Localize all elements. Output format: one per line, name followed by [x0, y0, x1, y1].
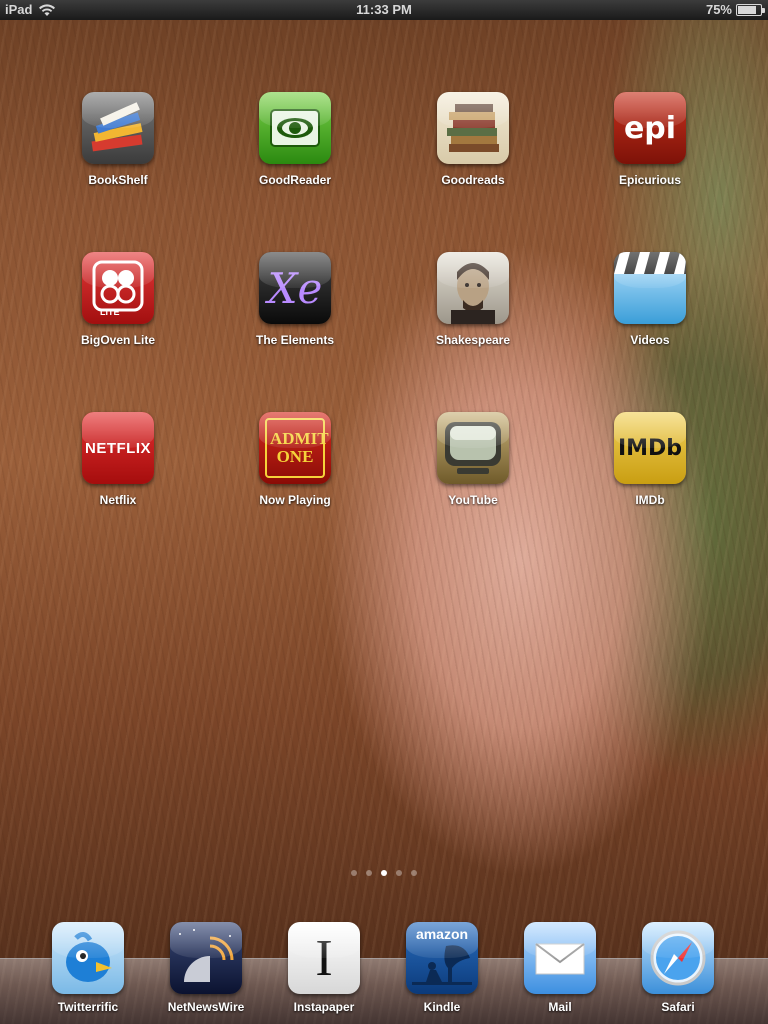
- envelope-icon: [524, 922, 596, 994]
- app-epicurious[interactable]: epi Epicurious: [590, 92, 710, 202]
- dock-app-netnewswire[interactable]: NetNewsWire: [156, 922, 256, 1014]
- battery-percentage: 75%: [705, 2, 732, 17]
- battery-icon: [736, 4, 765, 16]
- app-label: Epicurious: [618, 173, 681, 187]
- app-label: Netflix: [99, 493, 137, 507]
- youtube-tv-icon: [437, 412, 509, 484]
- app-shakespeare[interactable]: Shakespeare: [413, 252, 533, 362]
- app-imdb[interactable]: IMDb IMDb: [590, 412, 710, 522]
- app-label: GoodReader: [258, 173, 331, 187]
- bigoven-icon: LITE: [82, 252, 154, 324]
- app-label: YouTube: [448, 493, 498, 507]
- imdb-icon: IMDb: [614, 412, 686, 484]
- app-goodreader[interactable]: GoodReader: [235, 92, 355, 202]
- kindle-reader-icon: amazon: [406, 922, 478, 994]
- app-label: Instapaper: [293, 1000, 355, 1014]
- status-bar: iPad 11:33 PM 75%: [0, 0, 768, 20]
- dock-app-kindle[interactable]: amazon Kindle: [392, 922, 492, 1014]
- app-label: BookShelf: [88, 173, 148, 187]
- bookshelf-icon: [82, 92, 154, 164]
- book-stack-icon: [437, 92, 509, 164]
- app-label: BigOven Lite: [80, 333, 155, 347]
- app-now-playing[interactable]: ADMIT ONE Now Playing: [235, 412, 355, 522]
- app-the-elements[interactable]: Xe The Elements: [235, 252, 355, 362]
- app-label: Twitterrific: [57, 1000, 119, 1014]
- goodreader-eye-icon: [259, 92, 331, 164]
- shakespeare-portrait-icon: [437, 252, 509, 324]
- epi-text: epi: [623, 110, 677, 146]
- app-videos[interactable]: Videos: [590, 252, 710, 362]
- imdb-text: IMDb: [617, 435, 683, 461]
- compass-icon: [642, 922, 714, 994]
- admit-one-ticket-icon: ADMIT ONE: [259, 412, 331, 484]
- app-netflix[interactable]: NETFLIX Netflix: [58, 412, 178, 522]
- dock-app-instapaper[interactable]: I Instapaper: [274, 922, 374, 1014]
- dock-app-twitterrific[interactable]: Twitterrific: [38, 922, 138, 1014]
- clapperboard-icon: [614, 252, 686, 324]
- elements-xe-icon: Xe: [259, 252, 331, 324]
- satellite-dish-icon: [170, 922, 242, 994]
- page-indicator[interactable]: [0, 870, 768, 876]
- netflix-text: NETFLIX: [85, 439, 151, 457]
- page-dot[interactable]: [411, 870, 417, 876]
- instapaper-i-text: I: [315, 929, 333, 987]
- bird-icon: [52, 922, 124, 994]
- lite-badge: LITE: [100, 307, 120, 317]
- app-label: Kindle: [423, 1000, 461, 1014]
- app-youtube[interactable]: YouTube: [413, 412, 533, 522]
- app-bigoven-lite[interactable]: LITE BigOven Lite: [58, 252, 178, 362]
- app-label: Now Playing: [259, 493, 331, 507]
- dock-app-safari[interactable]: Safari: [628, 922, 728, 1014]
- app-bookshelf[interactable]: BookShelf: [58, 92, 178, 202]
- epi-icon: epi: [614, 92, 686, 164]
- page-dot[interactable]: [351, 870, 357, 876]
- app-label: IMDb: [635, 493, 665, 507]
- app-label: Videos: [630, 333, 670, 347]
- app-label: Safari: [661, 1000, 695, 1014]
- page-dot[interactable]: [396, 870, 402, 876]
- app-goodreads[interactable]: Goodreads: [413, 92, 533, 202]
- instapaper-i-icon: I: [288, 922, 360, 994]
- clock: 11:33 PM: [356, 2, 412, 17]
- app-label: NetNewsWire: [167, 1000, 245, 1014]
- amazon-text: amazon: [415, 926, 469, 942]
- page-dot-current[interactable]: [381, 870, 387, 876]
- xe-text: Xe: [267, 263, 323, 313]
- dock-app-mail[interactable]: Mail: [510, 922, 610, 1014]
- app-label: The Elements: [255, 333, 335, 347]
- app-label: Goodreads: [441, 173, 505, 187]
- app-label: Shakespeare: [435, 333, 511, 347]
- page-dot[interactable]: [366, 870, 372, 876]
- app-label: Mail: [548, 1000, 572, 1014]
- netflix-icon: NETFLIX: [82, 412, 154, 484]
